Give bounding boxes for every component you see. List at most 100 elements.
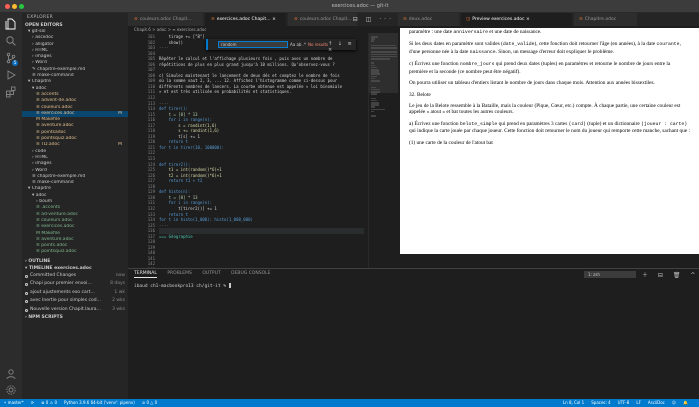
status-item[interactable]: Ln 8, Col 1	[563, 400, 584, 405]
timeline-label: avec Inertie pour simples cod…	[30, 298, 102, 304]
outline-section[interactable]: › OUTLINE	[22, 258, 128, 265]
status-item[interactable]: Spaces: 4	[591, 400, 610, 405]
editor-tab[interactable]: ≡ couleurs.adoc Chapit…	[288, 13, 358, 26]
window-close-button[interactable]	[5, 4, 10, 9]
tree-item-label: ≡ couleurs.adoc	[36, 217, 73, 223]
preview-tab[interactable]: ≡ deux.adoc	[398, 13, 460, 26]
terminal-cursor	[228, 283, 232, 288]
minimap[interactable]	[368, 33, 399, 281]
tree-item-label: › images	[32, 54, 52, 60]
tree-item-label: ▾ Chapitre	[28, 186, 51, 192]
minimap-line	[371, 47, 397, 49]
commit-icon	[25, 300, 28, 304]
find-result-count: No results	[308, 42, 329, 47]
tree-item-label: › code	[32, 148, 47, 154]
account-icon[interactable]	[5, 368, 17, 380]
status-bar-right: Ln 8, Col 1 Spaces: 4 UTF-8 LF AsciiDoc ☺ 🔔	[563, 399, 695, 407]
asciidoc-preview[interactable]: paramètre : une date anniversaire et une…	[400, 28, 699, 254]
window-title: exercices.adoc — git-it	[331, 3, 389, 9]
timeline-time: 2 wks	[112, 298, 125, 304]
preview-heading: 32. Belote	[409, 91, 431, 98]
tree-item-label: ≡ exercices.adoc	[36, 224, 75, 230]
panel-tab-output[interactable]: OUTPUT	[202, 271, 220, 276]
settings-gear-icon[interactable]	[5, 384, 17, 396]
adoc-file-icon: ≡	[134, 17, 138, 22]
open-editors-section[interactable]: OPEN EDITORS	[22, 22, 128, 29]
search-icon[interactable]	[5, 35, 17, 47]
terminal-output[interactable]: ibaud ch1-macbookpro13 ch/git-it %	[134, 283, 232, 289]
timeline-label: Nouvelle version Chapit.laura…	[30, 306, 102, 312]
find-input[interactable]	[218, 41, 288, 48]
status-item[interactable]: ⑂ master*	[4, 400, 24, 405]
panel-tab-terminal[interactable]: TERMINAL	[134, 271, 157, 278]
editor-tab[interactable]: ≡ couleurs.adoc Chapit…	[128, 13, 204, 26]
file-tree: ▾ git-sol › asciidoc › alligator › HTML › im…	[22, 29, 128, 256]
find-navigation[interactable]: ↑ ↓ ≡ ×	[328, 41, 356, 53]
tree-item-label: ≡ points.adoc	[36, 243, 68, 249]
panel-actions[interactable]: ＋ ⊟ 🗑 ^ ×	[642, 270, 699, 279]
tree-item-label: ▾ Chapitre	[28, 79, 51, 85]
window-minimize-button[interactable]	[12, 4, 17, 9]
find-options[interactable]: Aa ab .*	[290, 42, 306, 47]
preview-paragraph: Si les deux dates en paramètre sont vali…	[409, 41, 681, 55]
tree-item-label: ≡ chapitre-exemple.md	[32, 173, 86, 179]
tree-item-label: ≡ TD.adoc	[36, 142, 60, 148]
minimap-line	[371, 115, 376, 117]
timeline-item[interactable]: Committed Changes now	[22, 272, 128, 281]
timeline-item[interactable]: avec Inertie pour simples cod… 2 wks	[22, 297, 128, 306]
tree-item-label: M Makefile	[36, 230, 61, 236]
line-numbers: 101 102 103 104 105 106 107 108 109 110 111 112 113 1…	[138, 33, 155, 281]
status-item[interactable]: ⊗ 0 ⚠ 0	[41, 400, 57, 405]
tree-item-label: ≡ pointsadoc	[36, 129, 66, 135]
timeline-section[interactable]: ▾ TIMELINE exercices.adoc	[22, 265, 128, 272]
panel-tabs: TERMINAL PROBLEMS OUTPUT DEBUG CONSOLE	[134, 271, 280, 278]
npm-scripts-section[interactable]: › NPM SCRIPTS	[22, 314, 128, 321]
preview-group: ≡ deux.adoc ◫ Preview exercices.adoc × ≡ Ch…	[398, 13, 699, 268]
status-item[interactable]: 🔔	[683, 400, 688, 405]
terminal-panel: TERMINAL PROBLEMS OUTPUT DEBUG CONSOLE 1…	[128, 268, 699, 399]
timeline-item[interactable]: Nouvelle version Chapit.laura… 3 wks	[22, 306, 128, 315]
editor-tab-actions[interactable]: ⊟ ◫ ···	[353, 16, 394, 23]
timeline-item[interactable]: Chapi pour premier envoi… 8 days	[22, 280, 128, 289]
tree-item-label: ≡ pointsquiz.adoc	[36, 249, 77, 255]
commit-icon	[25, 274, 28, 278]
terminal-select[interactable]: 1: zsh	[584, 271, 636, 278]
preview-paragraph: On pourra utiliser un tableau d'entiers …	[409, 80, 655, 87]
panel-tab-problems[interactable]: PROBLEMS	[167, 271, 192, 276]
timeline-time: 8 days	[110, 281, 125, 287]
tree-item-label: › boum	[36, 199, 53, 205]
preview-paragraph: a) Écrivez une fonction belote_simple qu…	[409, 120, 690, 135]
tree-item-label: ▾ adoc	[32, 85, 47, 91]
breadcrumb[interactable]: Chapit.6 > adoc > ≡ exercices.adoc	[128, 26, 398, 33]
window-maximize-button[interactable]	[19, 4, 24, 9]
tree-item-label: ≡ couleurs.adoc	[36, 104, 73, 110]
status-item[interactable]: AsciiDoc	[648, 400, 665, 405]
files-icon[interactable]	[5, 18, 17, 30]
commit-icon	[25, 291, 28, 295]
preview-tab-active[interactable]: ◫ Preview exercices.adoc ×	[461, 13, 573, 26]
preview-tab-bar: ≡ deux.adoc ◫ Preview exercices.adoc × ≡ Ch…	[398, 13, 699, 26]
status-item[interactable]: ⊘ 0 △ 0	[142, 400, 157, 405]
status-item[interactable]: LF	[636, 400, 641, 405]
extensions-icon[interactable]	[5, 86, 17, 98]
status-bar: ⑂ master* ⟳ ⊗ 0 ⚠ 0 Python 3.9.6 64-bit ('v…	[0, 399, 699, 407]
tree-item-label: M Makefile	[36, 117, 61, 123]
panel-tab-debug-console[interactable]: DEBUG CONSOLE	[231, 271, 270, 276]
status-item[interactable]: ⟳	[31, 400, 34, 405]
minimap-line	[371, 80, 381, 82]
preview-tab[interactable]: ≡ Chapitre.adoc	[574, 13, 638, 26]
editor-tab-active[interactable]: ≡ exercices.adoc Chapit… ×	[205, 13, 287, 26]
run-debug-icon[interactable]	[5, 69, 17, 81]
timeline-item[interactable]: ajout ajustements exo cart… 1 wk	[22, 289, 128, 298]
tree-item-label: ▾ git-sol	[28, 29, 46, 34]
status-item[interactable]: Python 3.9.6 64-bit ('venv': pipenv)	[64, 400, 135, 405]
code-editor[interactable]: tirage += ["B"] show() ---- Répéter le cal…	[159, 33, 364, 281]
tree-file[interactable]: ≡ pointsquiz.adoc	[22, 249, 128, 255]
status-item[interactable]: ☺	[672, 400, 676, 405]
tree-item-label: ≡ aventure.adoc	[36, 236, 74, 242]
timeline-label: Committed Changes	[30, 272, 77, 278]
status-item[interactable]: UTF-8	[618, 400, 630, 405]
preview-paragraph: (1) une carte de la couleur de l'atout b…	[409, 139, 493, 146]
tree-item-label: ≡ ad-venture.adoc	[36, 211, 79, 217]
